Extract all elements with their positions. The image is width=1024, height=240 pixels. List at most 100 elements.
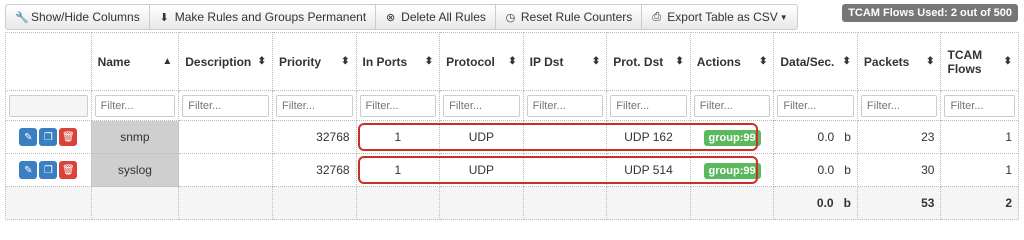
header-description[interactable]: Description ⬍: [178, 32, 273, 91]
reset-rule-counters-label: Reset Rule Counters: [520, 10, 633, 24]
table-row: ✎ ❐ 🗑 snmp 32768 1 UDP UDP 162 group:99 …: [5, 120, 1019, 154]
header-prot-dst[interactable]: Prot. Dst ⬍: [606, 32, 691, 91]
header-packets[interactable]: Packets ⬍: [856, 32, 942, 91]
filter-name-input[interactable]: [94, 94, 176, 117]
total-packets: 53: [856, 186, 942, 220]
row-in-ports: 1: [355, 120, 441, 154]
reset-rule-counters-button[interactable]: ◷ Reset Rule Counters: [494, 4, 643, 30]
show-hide-columns-button[interactable]: 🔧 Show/Hide Columns: [5, 4, 150, 30]
filter-tcam-flows-input[interactable]: [944, 94, 1015, 117]
row-ip-dst: [522, 153, 608, 187]
delete-all-rules-button[interactable]: ⊗ Delete All Rules: [375, 4, 496, 30]
sort-icon: ⬍: [842, 56, 851, 67]
total-data-sec-unit: b: [843, 196, 851, 210]
header-row: Name ▲ Description ⬍ Priority ⬍ In Ports ⬍ P…: [5, 32, 1019, 91]
filter-actions-blank: [9, 94, 88, 117]
row-protocol: UDP: [439, 120, 524, 154]
row-tcam-flows: 1: [940, 153, 1019, 187]
row-packets: 30: [856, 153, 942, 187]
clock-icon: ◷: [505, 11, 516, 24]
header-tcam-flows[interactable]: TCAM Flows ⬍: [940, 32, 1019, 91]
row-ip-dst: [522, 120, 608, 154]
header-actions[interactable]: Actions ⬍: [689, 32, 775, 91]
sort-icon: ⬍: [1003, 56, 1012, 67]
delete-all-rules-label: Delete All Rules: [401, 10, 486, 24]
row-packets: 23: [856, 120, 942, 154]
filter-actions-input[interactable]: [693, 94, 771, 117]
show-hide-columns-label: Show/Hide Columns: [31, 10, 140, 24]
sort-asc-icon: ▲: [162, 56, 173, 67]
header-data-sec-label: Data/Sec.: [780, 54, 835, 69]
row-name: syslog: [90, 153, 180, 187]
header-protocol[interactable]: Protocol ⬍: [439, 32, 524, 91]
row-priority: 32768: [271, 120, 357, 154]
header-priority-label: Priority: [278, 54, 321, 69]
filter-data-sec-input[interactable]: [777, 94, 854, 117]
header-protocol-label: Protocol: [446, 54, 495, 69]
caret-down-icon: ▼: [779, 12, 788, 22]
filter-priority-input[interactable]: [275, 94, 353, 117]
row-action-buttons: ✎ ❐ 🗑: [5, 153, 92, 187]
tcam-flows-used-badge: TCAM Flows Used: 2 out of 500: [842, 4, 1018, 22]
sort-icon: ⬍: [508, 56, 517, 67]
toolbar: 🔧 Show/Hide Columns ⬇ Make Rules and Gro…: [5, 4, 798, 30]
edit-icon[interactable]: ✎: [19, 161, 38, 179]
row-data-sec-value: 0.0: [817, 163, 835, 177]
filter-row: [5, 90, 1019, 121]
export-csv-label: Export Table as CSV: [667, 10, 778, 24]
sort-icon: ⬍: [424, 56, 434, 67]
header-tcam-flows-label: TCAM Flows: [947, 47, 983, 76]
row-prot-dst: UDP 514: [606, 153, 691, 187]
row-data-sec-unit: b: [844, 163, 851, 177]
header-description-label: Description: [185, 54, 252, 69]
header-prot-dst-label: Prot. Dst: [613, 54, 664, 69]
total-tcam-flows: 2: [940, 186, 1019, 220]
totals-row: 0.0 b 53 2: [5, 186, 1019, 220]
remove-circle-icon: ⊗: [386, 11, 396, 24]
sort-icon: ⬍: [926, 56, 935, 67]
header-actions-label: Actions: [696, 54, 741, 69]
header-priority[interactable]: Priority ⬍: [271, 32, 357, 91]
row-name: snmp: [90, 120, 180, 154]
copy-icon[interactable]: ❐: [39, 128, 58, 146]
row-data-sec-unit: b: [844, 130, 851, 144]
header-name[interactable]: Name ▲: [90, 32, 180, 91]
header-ip-dst[interactable]: IP Dst ⬍: [522, 32, 608, 91]
sort-icon: ⬍: [675, 56, 684, 67]
header-in-ports[interactable]: In Ports ⬍: [355, 32, 441, 91]
header-ip-dst-label: IP Dst: [529, 54, 564, 69]
sort-icon: ⬍: [257, 56, 266, 67]
row-prot-dst: UDP 162: [606, 120, 691, 154]
row-protocol: UDP: [439, 153, 524, 187]
row-in-ports: 1: [355, 153, 441, 187]
sort-icon: ⬍: [591, 56, 601, 67]
filter-packets-input[interactable]: [860, 94, 938, 117]
download-icon: ⬇: [159, 11, 169, 24]
row-priority: 32768: [271, 153, 357, 187]
make-permanent-button[interactable]: ⬇ Make Rules and Groups Permanent: [148, 4, 377, 30]
copy-icon[interactable]: ❐: [39, 161, 58, 179]
make-permanent-label: Make Rules and Groups Permanent: [174, 10, 367, 24]
filter-description-input[interactable]: [182, 94, 269, 117]
trash-icon[interactable]: 🗑: [59, 128, 78, 146]
filter-protocol-input[interactable]: [443, 94, 520, 117]
header-data-sec[interactable]: Data/Sec. ⬍: [773, 32, 858, 91]
filter-prot-dst-input[interactable]: [610, 94, 687, 117]
trash-icon[interactable]: 🗑: [59, 161, 78, 179]
row-description: [178, 120, 273, 154]
header-actions-col: [5, 32, 92, 91]
wrench-icon: 🔧: [15, 11, 29, 24]
export-csv-button[interactable]: ⎙ Export Table as CSV ▼: [641, 4, 798, 30]
filter-in-ports-input[interactable]: [359, 94, 437, 117]
header-packets-label: Packets: [863, 54, 910, 69]
header-in-ports-label: In Ports: [362, 54, 408, 69]
header-name-label: Name: [97, 54, 131, 69]
filter-ip-dst-input[interactable]: [526, 94, 604, 117]
row-tcam-flows: 1: [940, 120, 1019, 154]
sort-icon: ⬍: [341, 56, 350, 67]
sort-icon: ⬍: [758, 56, 768, 67]
action-badge: group:99: [703, 163, 761, 179]
edit-icon[interactable]: ✎: [19, 128, 38, 146]
action-badge: group:99: [703, 130, 761, 146]
row-data-sec-value: 0.0: [817, 130, 835, 144]
